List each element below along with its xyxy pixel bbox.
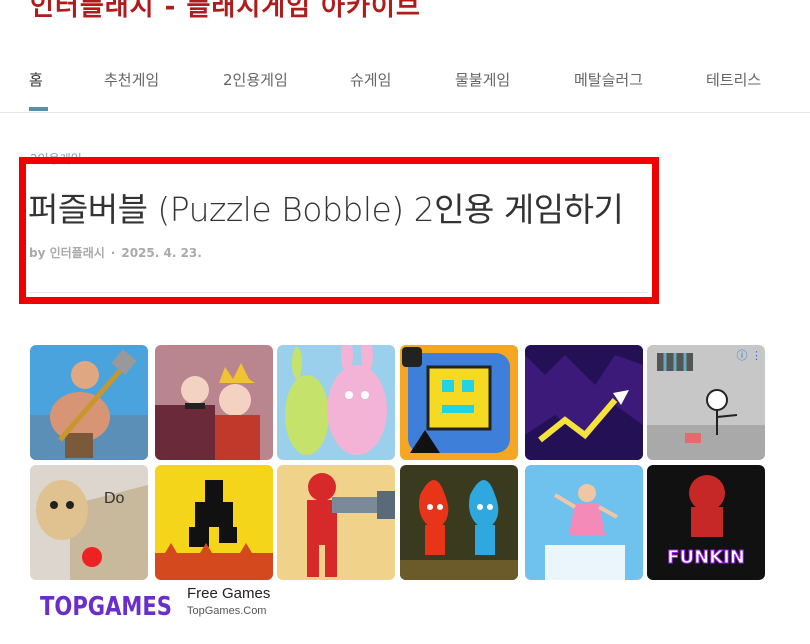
game-tile-king[interactable] <box>155 345 273 460</box>
nav-active-underline <box>29 107 48 111</box>
advertiser-url[interactable]: TopGames.Com <box>187 605 266 617</box>
fnf-image: FUNKIN <box>647 465 765 580</box>
tile-do-label: Do <box>104 490 125 507</box>
nav-item-home[interactable]: 홈 <box>29 69 43 90</box>
ad-banner[interactable]: ⓘ ⋮ Do FUNKIN TOPGAMES Free Games TopGam… <box>30 345 770 625</box>
game-tile-hammer-man[interactable] <box>30 345 148 460</box>
tile-fnf-label: FUNKIN <box>667 547 745 568</box>
hammer-man-image <box>30 345 148 460</box>
red-shooter-image <box>277 465 395 580</box>
nav-item-recommended[interactable]: 추천게임 <box>104 69 159 90</box>
game-tile-yellow-runner[interactable] <box>155 465 273 580</box>
nav-item-fire-water[interactable]: 물불게임 <box>455 69 510 90</box>
geometry-dash-image <box>400 345 518 460</box>
game-tile-bunny[interactable] <box>277 345 395 460</box>
dancer-image <box>525 465 643 580</box>
game-tile-fnf[interactable]: FUNKIN <box>647 465 765 580</box>
game-tile-geometry-dash[interactable] <box>400 345 518 460</box>
king-image <box>155 345 273 460</box>
nav-item-tetris[interactable]: 테트리스 <box>706 69 761 90</box>
main-nav: 홈 추천게임 2인용게임 슈게임 물불게임 메탈슬러그 테트리스 <box>0 0 810 113</box>
topgames-logo[interactable]: TOPGAMES <box>40 585 175 622</box>
cat-maze-image: Do <box>30 465 148 580</box>
bunny-image <box>277 345 395 460</box>
more-vert-icon[interactable]: ⋮ <box>751 349 762 362</box>
advertiser-name[interactable]: Free Games <box>187 585 270 602</box>
ad-info-icons[interactable]: ⓘ ⋮ <box>737 347 763 363</box>
nav-item-shoot[interactable]: 슈게임 <box>350 69 391 90</box>
topgames-logo-text: TOPGAMES <box>40 592 172 621</box>
fire-water-image <box>400 465 518 580</box>
nav-item-two-player[interactable]: 2인용게임 <box>223 69 288 90</box>
yellow-runner-image <box>155 465 273 580</box>
topgames-logo-image: TOPGAMES <box>40 592 172 622</box>
wave-dash-image <box>525 345 643 460</box>
game-tile-dancer[interactable] <box>525 465 643 580</box>
game-tile-red-shooter[interactable] <box>277 465 395 580</box>
game-tile-wave-dash[interactable] <box>525 345 643 460</box>
game-tile-fire-water[interactable] <box>400 465 518 580</box>
adchoices-icon[interactable]: ⓘ <box>737 349 748 362</box>
nav-item-metal-slug[interactable]: 메탈슬러그 <box>574 69 643 90</box>
highlight-box <box>19 157 659 304</box>
game-tile-cat-maze[interactable]: Do <box>30 465 148 580</box>
